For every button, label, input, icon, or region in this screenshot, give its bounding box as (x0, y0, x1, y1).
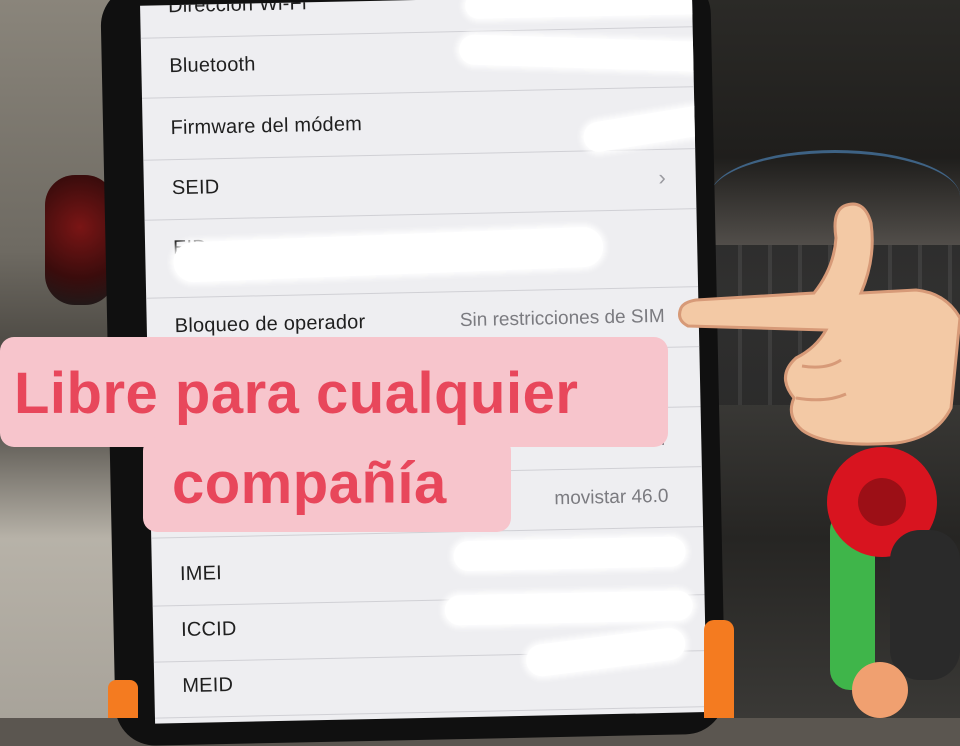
toy-figure (827, 447, 960, 718)
row-label: ICCID (180, 617, 237, 642)
row-value: Sin restricciones de SIM (459, 305, 665, 332)
row-value: movistar 46.0 (554, 485, 669, 510)
redaction-mark (444, 590, 694, 626)
row-label: MEID (182, 673, 234, 698)
row-label: Bluetooth (169, 53, 256, 78)
phone-stand-left (108, 680, 138, 718)
phone-stand-right (704, 620, 734, 718)
redaction-mark (453, 536, 686, 572)
row-label: IMEI (179, 562, 223, 586)
chevron-right-icon: › (658, 164, 667, 190)
row-label: Firmware del módem (170, 113, 363, 140)
callout-text-line2: compañía (172, 451, 447, 516)
callout-text-line1: Libre para cualquier (14, 361, 579, 426)
row-label: Bloqueo de operador (174, 311, 366, 338)
pointing-left-hand-icon (678, 202, 960, 446)
row-label: SEID (171, 176, 220, 200)
